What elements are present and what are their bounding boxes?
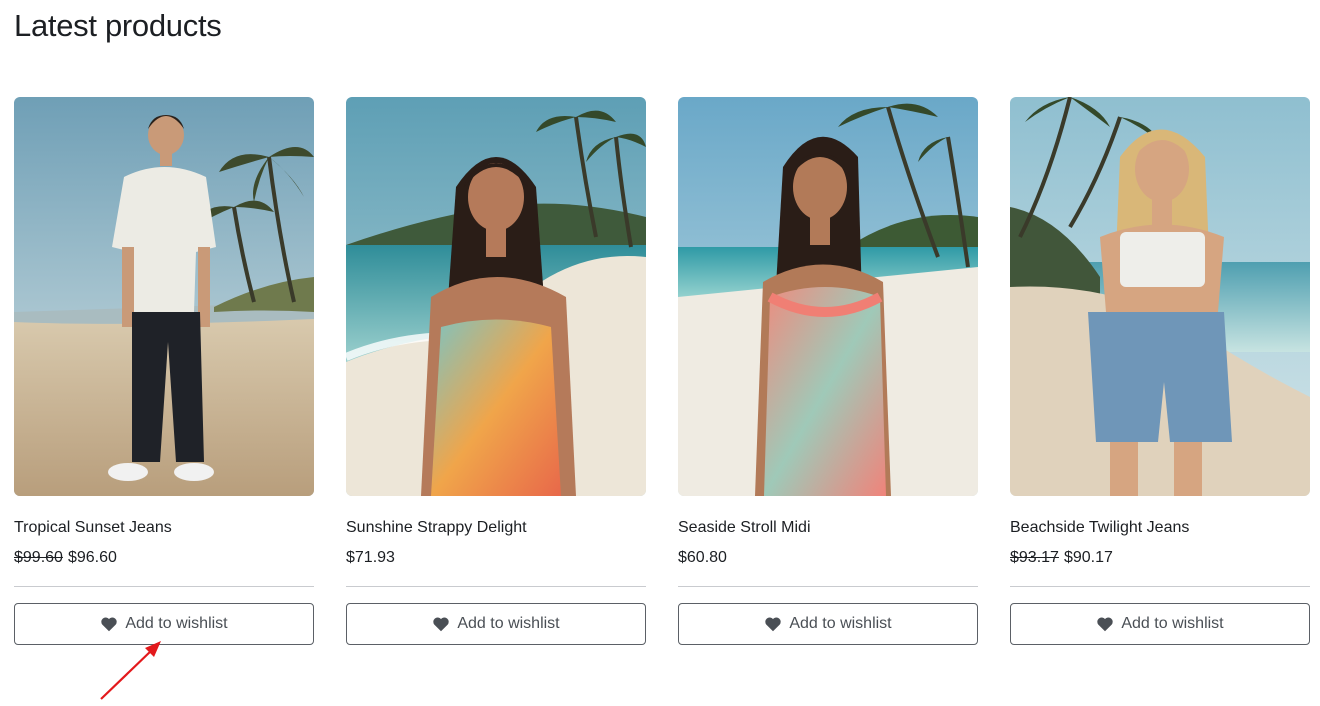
heart-icon (765, 617, 782, 632)
product-grid: Tropical Sunset Jeans $99.60 $96.60 Add t… (14, 97, 1310, 645)
product-name[interactable]: Beachside Twilight Jeans (1010, 518, 1310, 538)
product-card: Sunshine Strappy Delight $71.93 Add to w… (346, 97, 646, 645)
original-price: $99.60 (14, 549, 63, 566)
product-name[interactable]: Sunshine Strappy Delight (346, 518, 646, 538)
latest-products-page: Latest products Tropical Sunset Jeans $9… (0, 0, 1320, 706)
wishlist-label: Add to wishlist (125, 615, 228, 632)
section-title: Latest products (14, 8, 222, 43)
price: $60.80 (678, 549, 727, 566)
wishlist-label: Add to wishlist (1121, 615, 1224, 632)
heart-icon (101, 617, 118, 632)
product-name[interactable]: Seaside Stroll Midi (678, 518, 978, 538)
product-image[interactable] (678, 97, 978, 496)
annotation-arrow (100, 641, 161, 700)
product-card: Tropical Sunset Jeans $99.60 $96.60 Add t… (14, 97, 314, 645)
heart-icon (433, 617, 450, 632)
divider (346, 586, 646, 587)
divider (678, 586, 978, 587)
add-to-wishlist-button[interactable]: Add to wishlist (346, 603, 646, 645)
product-image[interactable] (346, 97, 646, 496)
sale-price: $96.60 (67, 549, 117, 566)
product-card: Seaside Stroll Midi $60.80 Add to wishli… (678, 97, 978, 645)
product-card: Beachside Twilight Jeans $93.17 $90.17 Ad… (1010, 97, 1310, 645)
product-price: $99.60 $96.60 (14, 548, 314, 568)
sale-price: $90.17 (1063, 549, 1113, 566)
product-price: $93.17 $90.17 (1010, 548, 1310, 568)
divider (14, 586, 314, 587)
original-price: $93.17 (1010, 549, 1059, 566)
divider (1010, 586, 1310, 587)
product-image[interactable] (14, 97, 314, 496)
add-to-wishlist-button[interactable]: Add to wishlist (1010, 603, 1310, 645)
product-name[interactable]: Tropical Sunset Jeans (14, 518, 314, 538)
add-to-wishlist-button[interactable]: Add to wishlist (678, 603, 978, 645)
product-price: $71.93 (346, 548, 646, 568)
wishlist-label: Add to wishlist (457, 615, 560, 632)
product-price: $60.80 (678, 548, 978, 568)
add-to-wishlist-button[interactable]: Add to wishlist (14, 603, 314, 645)
wishlist-label: Add to wishlist (789, 615, 892, 632)
price: $71.93 (346, 549, 395, 566)
product-image[interactable] (1010, 97, 1310, 496)
heart-icon (1097, 617, 1114, 632)
